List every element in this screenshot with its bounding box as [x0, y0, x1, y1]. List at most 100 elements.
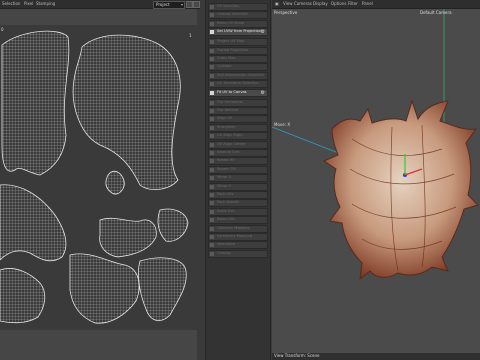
- command-icon: [210, 218, 214, 223]
- palette-item-label: Self-Intersection Selection: [217, 72, 264, 77]
- palette-item[interactable]: Normalize: [208, 241, 268, 250]
- palette-item[interactable]: Relax UVs: [208, 216, 268, 225]
- palette-item[interactable]: Flip Horizontal: [208, 98, 268, 107]
- palette-item[interactable]: Symmetry Mapping: [208, 233, 268, 241]
- palette-item[interactable]: Fit UV to Canvas ⚙: [208, 88, 268, 97]
- palette-item-label: Cylinder: [217, 64, 232, 69]
- viewport-camera-label[interactable]: Default Camera: [420, 10, 452, 15]
- palette-item[interactable]: Relax UV Scale: [208, 19, 268, 28]
- uv-island-bottom-center: [69, 253, 140, 324]
- palette-item-label: Unwrap Selected: [217, 12, 248, 17]
- uv-island-mid-center: [99, 217, 157, 258]
- command-icon: [210, 226, 214, 231]
- vp-menu-icon[interactable]: ▣: [275, 1, 279, 6]
- palette-item[interactable]: Pack UVs: [208, 191, 268, 199]
- chevron-down-icon: ▾: [180, 2, 183, 7]
- palette-item[interactable]: Self-Intersection Selection: [208, 71, 268, 80]
- palette-item[interactable]: Cubic Map: [208, 55, 268, 63]
- uv-grid-icon[interactable]: [186, 1, 193, 8]
- uv-island-bottom-left: [0, 268, 46, 324]
- command-icon: [210, 82, 214, 87]
- uv-canvas[interactable]: [0, 25, 197, 330]
- palette-item[interactable]: Mirror U: [208, 174, 268, 183]
- palette-item-label: Set UVW from Projection: [217, 29, 262, 34]
- command-icon: [210, 109, 214, 113]
- viewport-scene: [271, 9, 479, 281]
- command-icon: [210, 125, 214, 130]
- uv-edge-marker: 1: [189, 33, 192, 38]
- uv-menu-item-1[interactable]: Pixel: [24, 1, 33, 6]
- palette-item[interactable]: Cylinder: [208, 63, 268, 72]
- uv-island-right-mid: [157, 208, 189, 242]
- 3d-viewport[interactable]: [271, 9, 480, 353]
- uv-dropdown-value: Project: [156, 2, 170, 7]
- palette-item[interactable]: Unwrap: [208, 249, 268, 258]
- palette-item-label: Fill Selection: [217, 4, 240, 8]
- palette-item-label: Symmetry Mapping: [217, 234, 253, 238]
- palette-item[interactable]: Project UV Map: [208, 38, 268, 47]
- palette-item[interactable]: Straighten: [208, 123, 268, 132]
- palette-item[interactable]: Scale UVs: [208, 207, 268, 216]
- palette-item-label: Pack UVs: [217, 192, 234, 196]
- gear-icon[interactable]: ⚙: [261, 29, 265, 35]
- palette-item-label: Rotate CW: [217, 166, 236, 171]
- palette-item-label: Pack Islands: [217, 200, 239, 205]
- palette-item-label: Align UV: [217, 116, 233, 121]
- uv-menu-item-0[interactable]: Selection: [2, 1, 20, 6]
- palette-item[interactable]: UV Align Right: [208, 132, 268, 141]
- palette-item-label: Rotate 90: [217, 158, 235, 163]
- palette-item[interactable]: Unwrap Selected: [208, 11, 268, 20]
- vp-menu-item-5[interactable]: Panel: [362, 1, 373, 6]
- uv-menu-item-2[interactable]: Stamping: [36, 1, 55, 6]
- palette-item-label: Straighten: [217, 124, 236, 129]
- command-icon: [210, 30, 214, 35]
- command-icon: [210, 167, 214, 172]
- vp-menu-item-3[interactable]: Options: [331, 1, 346, 6]
- uv-settings-icon[interactable]: [193, 1, 200, 8]
- viewport-perspective-label: Perspective: [274, 10, 298, 15]
- command-icon: [210, 117, 214, 122]
- vp-menu-item-0[interactable]: View: [283, 1, 293, 6]
- palette-item-label: Relax UV Scale: [217, 20, 244, 25]
- palette-item-label: Optimize Mapping: [217, 225, 250, 230]
- palette-item[interactable]: Flip Vertical: [208, 107, 268, 115]
- command-icon: [210, 251, 214, 256]
- palette-item[interactable]: Optimize Mapping: [208, 224, 268, 233]
- gear-icon[interactable]: ⚙: [261, 90, 265, 96]
- palette-item[interactable]: Mirror V: [208, 182, 268, 191]
- command-icon: [210, 100, 214, 105]
- command-icon: [210, 151, 214, 155]
- uv-island-bottom-right: [138, 257, 187, 322]
- palette-item-label: Flip Vertical: [217, 108, 238, 112]
- vp-menu-item-2[interactable]: Display: [313, 1, 328, 6]
- palette-item[interactable]: Fill Selection: [208, 3, 268, 11]
- palette-item-label: UV Transform Selection: [217, 81, 259, 86]
- command-icon: [210, 235, 214, 239]
- palette-item[interactable]: Pack Islands: [208, 199, 268, 208]
- command-icon: [210, 193, 214, 197]
- palette-item-label: Align to Grid: [217, 150, 240, 154]
- palette-item-label: Normalize: [217, 242, 236, 247]
- palette-item[interactable]: Rotate 90: [208, 157, 268, 166]
- command-icon: [210, 142, 214, 147]
- vp-menu-item-1[interactable]: Cameras: [294, 1, 312, 6]
- palette-item[interactable]: UV Transform Selection: [208, 80, 268, 89]
- command-palette: Fill Selection Unwrap Selected Relax UV Sc…: [205, 0, 271, 360]
- command-icon: [210, 201, 214, 206]
- palette-item[interactable]: UV Align Center: [208, 140, 268, 149]
- palette-item[interactable]: Rotate CW: [208, 165, 268, 174]
- uv-island-large-left: [1, 30, 70, 176]
- viewport-menubar: ▣ View Cameras Display Options Filter Pa…: [272, 0, 480, 9]
- palette-item[interactable]: Frontal Projection: [208, 46, 268, 55]
- palette-item[interactable]: Set UVW from Projection ⚙: [208, 28, 268, 37]
- uv-island-top-right: [72, 34, 181, 190]
- palette-item-label: Mirror U: [217, 175, 232, 180]
- vp-menu-item-4[interactable]: Filter: [348, 1, 358, 6]
- uv-projection-dropdown[interactable]: Project ▾: [153, 1, 185, 9]
- uv-origin-marker: 0: [1, 27, 4, 32]
- command-icon: [210, 90, 214, 95]
- command-icon: [210, 65, 214, 70]
- palette-item-label: Fit UV to Canvas: [217, 89, 247, 94]
- palette-item[interactable]: Align to Grid: [208, 149, 268, 157]
- palette-item[interactable]: Align UV: [208, 115, 268, 124]
